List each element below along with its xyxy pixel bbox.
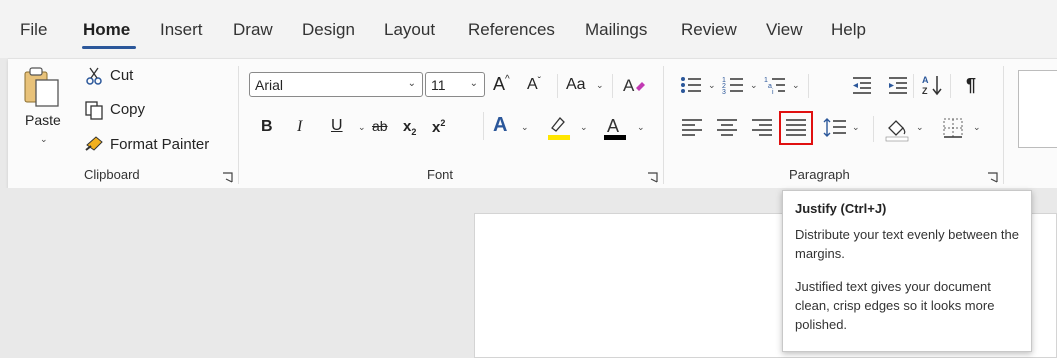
font-name-value: Arial xyxy=(255,77,284,93)
align-left-icon[interactable] xyxy=(681,117,703,137)
group-separator xyxy=(238,66,239,184)
align-center-icon[interactable] xyxy=(716,117,738,137)
multilevel-chevron-icon[interactable]: ⌄ xyxy=(792,80,800,91)
paragraph-separator xyxy=(808,74,809,98)
font-size-value: 11 xyxy=(431,77,446,93)
change-case-button[interactable]: Aa xyxy=(566,76,586,94)
svg-text:A: A xyxy=(922,75,929,85)
group-separator xyxy=(663,66,664,184)
text-effects-button[interactable]: A xyxy=(493,114,507,137)
justify-tooltip: Justify (Ctrl+J) Distribute your text ev… xyxy=(782,190,1032,352)
font-size-select[interactable]: 11 ⌄ xyxy=(425,72,485,97)
strikethrough-button[interactable]: ab xyxy=(372,118,388,134)
svg-text:Z: Z xyxy=(922,86,928,96)
tab-home[interactable]: Home xyxy=(83,20,130,40)
underline-button[interactable]: U xyxy=(331,117,343,135)
tab-layout[interactable]: Layout xyxy=(384,20,435,40)
clipboard-dialog-launcher-icon[interactable] xyxy=(222,170,233,183)
shading-icon[interactable] xyxy=(884,116,910,142)
numbering-chevron-icon[interactable]: ⌄ xyxy=(750,80,758,91)
bullets-icon[interactable] xyxy=(680,75,702,95)
paragraph-dialog-launcher-icon[interactable] xyxy=(987,170,998,183)
format-painter-button[interactable]: Format Painter xyxy=(110,136,209,153)
line-spacing-icon[interactable] xyxy=(823,117,847,139)
tooltip-title: Justify (Ctrl+J) xyxy=(795,201,887,216)
numbering-icon[interactable]: 123 xyxy=(722,75,744,95)
subscript-button[interactable]: x2 xyxy=(403,118,416,137)
tab-insert[interactable]: Insert xyxy=(160,20,203,40)
align-right-icon[interactable] xyxy=(751,117,773,137)
tooltip-description: Distribute your text evenly between the … xyxy=(795,227,1020,261)
tab-design[interactable]: Design xyxy=(302,20,355,40)
chevron-down-icon: ⌄ xyxy=(469,78,478,89)
group-separator xyxy=(1003,66,1004,184)
font-name-select[interactable]: Arial ⌄ xyxy=(249,72,423,97)
font-group-label: Font xyxy=(427,167,454,182)
paragraph-separator xyxy=(873,116,874,142)
paragraph-group-label: Paragraph xyxy=(789,167,850,182)
tab-file[interactable]: File xyxy=(20,20,47,40)
tooltip-detail: Justified text gives your document clean… xyxy=(795,279,995,332)
menu-bar: File Home Insert Draw Design Layout Refe… xyxy=(0,0,1057,58)
styles-gallery[interactable] xyxy=(1018,70,1057,148)
tab-help[interactable]: Help xyxy=(831,20,866,40)
paste-options-chevron-icon[interactable]: ⌄ xyxy=(40,134,48,145)
clear-formatting-icon[interactable]: A xyxy=(622,74,646,96)
tab-draw[interactable]: Draw xyxy=(233,20,273,40)
borders-chevron-icon[interactable]: ⌄ xyxy=(973,122,981,133)
change-case-chevron-icon[interactable]: ⌄ xyxy=(596,80,604,91)
font-color-chevron-icon[interactable]: ⌄ xyxy=(637,122,645,133)
text-highlight-color-icon[interactable] xyxy=(546,114,572,142)
borders-icon[interactable] xyxy=(942,117,964,139)
font-color-icon[interactable]: A xyxy=(602,114,628,142)
paste-button[interactable]: Paste xyxy=(25,112,61,128)
decrease-indent-icon[interactable] xyxy=(851,75,873,95)
chevron-down-icon: ⌄ xyxy=(407,78,416,89)
svg-text:3: 3 xyxy=(722,89,726,95)
italic-button[interactable]: I xyxy=(297,118,302,136)
svg-text:A: A xyxy=(623,76,635,95)
font-separator xyxy=(557,74,558,98)
font-separator xyxy=(483,112,484,140)
clipboard-group-label: Clipboard xyxy=(84,167,140,182)
tab-references[interactable]: References xyxy=(468,20,555,40)
shrink-font-button[interactable]: Aˇ xyxy=(527,76,541,94)
bullets-chevron-icon[interactable]: ⌄ xyxy=(708,80,716,91)
svg-text:i: i xyxy=(772,89,774,95)
paragraph-separator xyxy=(913,74,914,98)
cut-icon xyxy=(85,66,103,86)
active-tab-indicator xyxy=(82,46,136,49)
format-painter-icon xyxy=(84,133,106,153)
font-separator xyxy=(612,74,613,98)
tab-view[interactable]: View xyxy=(766,20,803,40)
copy-button[interactable]: Copy xyxy=(110,101,145,118)
cut-button[interactable]: Cut xyxy=(110,67,133,84)
font-dialog-launcher-icon[interactable] xyxy=(647,170,658,183)
justify-highlight-box xyxy=(779,111,813,145)
show-formatting-marks-icon[interactable]: ¶ xyxy=(966,75,976,96)
superscript-button[interactable]: x2 xyxy=(432,118,445,136)
paragraph-separator xyxy=(950,74,951,98)
shading-chevron-icon[interactable]: ⌄ xyxy=(916,122,924,133)
grow-font-button[interactable]: A^ xyxy=(493,74,510,95)
multilevel-list-icon[interactable]: 1ai xyxy=(764,75,786,95)
underline-chevron-icon[interactable]: ⌄ xyxy=(358,122,366,133)
paste-icon[interactable] xyxy=(22,66,62,108)
sort-icon[interactable]: AZ xyxy=(922,74,944,96)
copy-icon xyxy=(84,100,104,120)
bold-button[interactable]: B xyxy=(261,118,273,136)
increase-indent-icon[interactable] xyxy=(887,75,909,95)
tab-review[interactable]: Review xyxy=(681,20,737,40)
highlight-chevron-icon[interactable]: ⌄ xyxy=(580,122,588,133)
tab-mailings[interactable]: Mailings xyxy=(585,20,647,40)
svg-text:A: A xyxy=(607,116,619,136)
text-effects-chevron-icon[interactable]: ⌄ xyxy=(521,122,529,133)
line-spacing-chevron-icon[interactable]: ⌄ xyxy=(852,122,860,133)
